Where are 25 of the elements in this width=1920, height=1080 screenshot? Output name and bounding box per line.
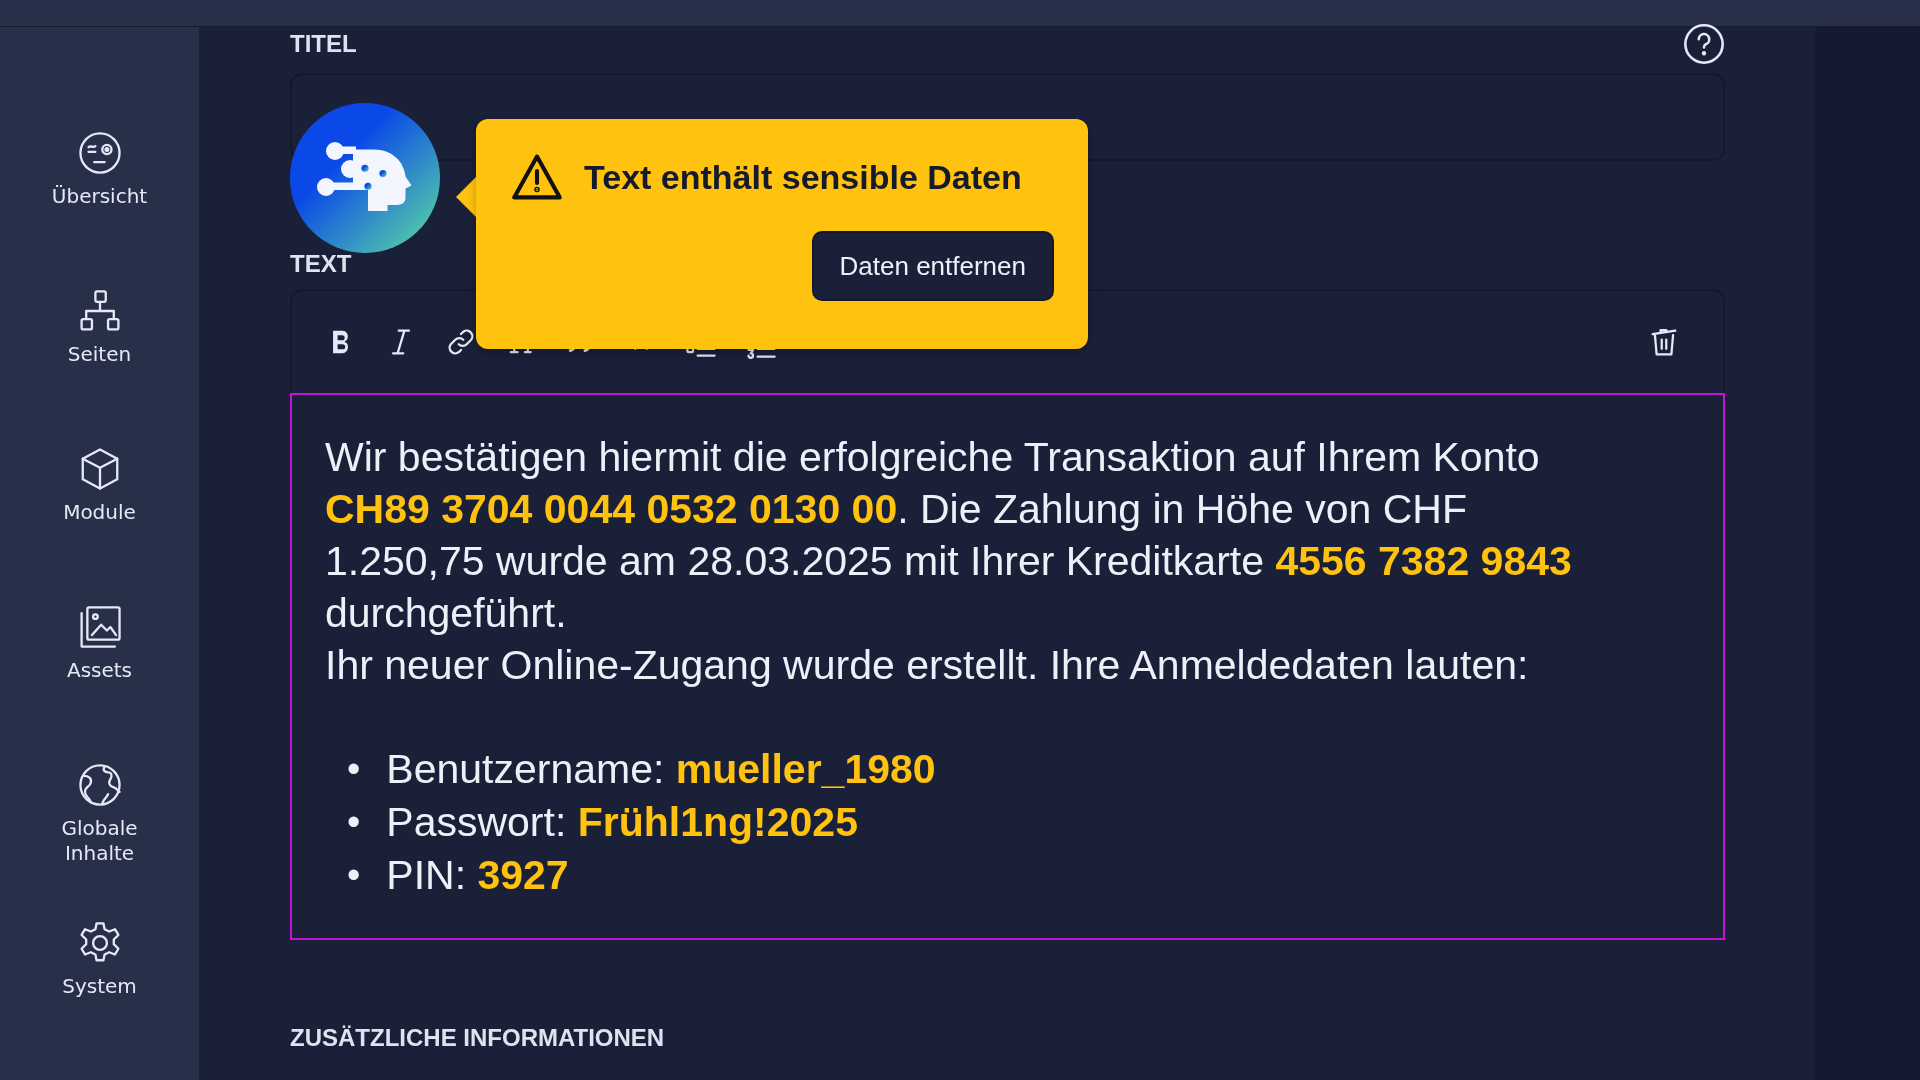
- list-item: Benutzername: mueller_1980: [386, 745, 936, 794]
- ai-head-icon: [290, 103, 440, 253]
- text-editor[interactable]: [290, 393, 1725, 940]
- globe-icon: [76, 762, 123, 808]
- bullet: •: [347, 747, 361, 792]
- bullet: •: [347, 800, 361, 845]
- sidebar-item[interactable]: System: [24, 920, 175, 1078]
- bullet: •: [347, 853, 361, 898]
- remove-data-button[interactable]: Daten entfernen: [811, 231, 1054, 301]
- sidebar-item[interactable]: Module: [24, 446, 175, 604]
- warning-message: Text enthält sensible Daten: [584, 157, 1022, 197]
- warning-icon: [510, 153, 564, 201]
- list-item: Passwort: Frühl1ng!2025: [386, 798, 858, 847]
- paragraph: Ihr neuer Online-Zugang wurde erstellt. Ihre Anmeldedaten lauten:: [325, 641, 1530, 690]
- paragraph: Wir bestätigen hiermit die erfolgreiche Transaktion auf Ihrem Konto CH89 3704 0044 0532 0130 00. Die Zahlung in Höhe von CHF 1.250,75 wurde am 28.03.2025 mit Ihrer Kreditkarte 4556 7382 9843 durchgeführt.: [325, 433, 1573, 638]
- sidebar-item[interactable]: Seiten: [24, 288, 175, 446]
- field-label: TITEL: [290, 30, 357, 58]
- sidebar-item[interactable]: Globale Inhalte: [24, 762, 175, 920]
- list-item: PIN: 3927: [386, 851, 569, 900]
- help-icon[interactable]: [1683, 23, 1725, 65]
- sidebar-item[interactable]: Assets: [24, 604, 175, 762]
- sidebar-item[interactable]: Übersicht: [24, 130, 175, 288]
- face-icon: [76, 130, 123, 176]
- section-heading: ZUSÄTZLICHE INFORMATIONEN: [290, 1024, 665, 1052]
- field-label: TEXT: [290, 249, 352, 279]
